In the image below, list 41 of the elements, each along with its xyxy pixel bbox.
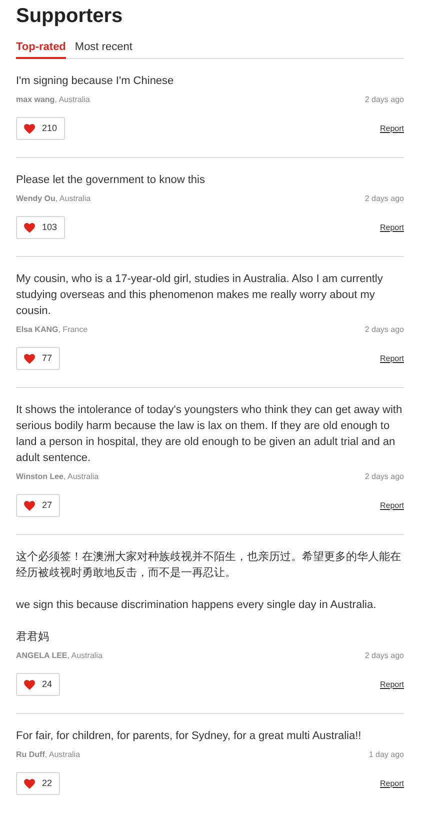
- report-link[interactable]: Report: [380, 500, 404, 512]
- comment-text: Please let the government to know this: [16, 173, 206, 188]
- timestamp: 2 days ago: [364, 94, 404, 106]
- heart-icon: [24, 778, 35, 788]
- like-button[interactable]: 103: [16, 216, 66, 239]
- like-button[interactable]: 24: [16, 673, 60, 696]
- heart-icon: [24, 680, 35, 690]
- timestamp: 2 days ago: [364, 650, 404, 662]
- author-byline: Ru Duff, Australia: [16, 749, 80, 761]
- timestamp: 2 days ago: [364, 324, 404, 336]
- heart-icon: [24, 500, 35, 510]
- report-link[interactable]: Report: [380, 678, 404, 690]
- author-byline: Elsa KANG, France: [16, 324, 88, 336]
- timestamp: 2 days ago: [364, 193, 404, 205]
- author-byline: Wendy Ou, Australia: [16, 193, 91, 205]
- like-button[interactable]: 210: [16, 117, 66, 140]
- tab[interactable]: Most recent: [74, 40, 132, 59]
- comment-text: My cousin, who is a 17-year-old girl, studies in Australia. Also I am currently studying overseas and this phenomenon makes me really worry about my cousin.: [16, 272, 384, 319]
- timestamp: 1 day ago: [368, 749, 404, 761]
- author-byline: max wang, Australia: [16, 94, 90, 106]
- comment-text: I'm signing because I'm Chinese: [16, 74, 175, 89]
- author-byline: Winston Lee, Australia: [16, 471, 99, 483]
- comment-text: It shows the intolerance of today's youngsters who think they can get away with serious bodily harm because the law is lax on them. If they are old enough to land a person in hospital, they are old enough to be given an adult trial and an adult sentence.: [16, 403, 404, 466]
- like-button[interactable]: 22: [16, 772, 60, 795]
- report-link[interactable]: Report: [380, 352, 404, 364]
- report-link[interactable]: Report: [380, 122, 404, 134]
- like-button[interactable]: 27: [16, 494, 60, 517]
- author-byline: ANGELA LEE, Australia: [16, 650, 102, 662]
- report-link[interactable]: Report: [380, 222, 404, 234]
- tab[interactable]: Top-rated: [16, 40, 66, 59]
- comment-text: 君君妈: [16, 630, 50, 645]
- like-button[interactable]: 77: [16, 347, 60, 370]
- timestamp: 2 days ago: [364, 471, 404, 483]
- heart-icon: [24, 124, 35, 134]
- report-link[interactable]: Report: [380, 778, 404, 790]
- comment-text: we sign this because discrimination happens every single day in Australia.: [16, 598, 378, 613]
- heart-icon: [24, 222, 35, 232]
- section-title: Supporters: [16, 4, 123, 28]
- heart-icon: [24, 354, 35, 364]
- comment-text: 这个必须签！在澳洲大家对种族歧视并不陌生，也亲历过。希望更多的华人能在经历被歧视时勇敢地反击，而不是一再忍让。: [16, 550, 402, 581]
- comment-text: For fair, for children, for parents, for Sydney, for a great multi Australia!!: [16, 729, 362, 744]
